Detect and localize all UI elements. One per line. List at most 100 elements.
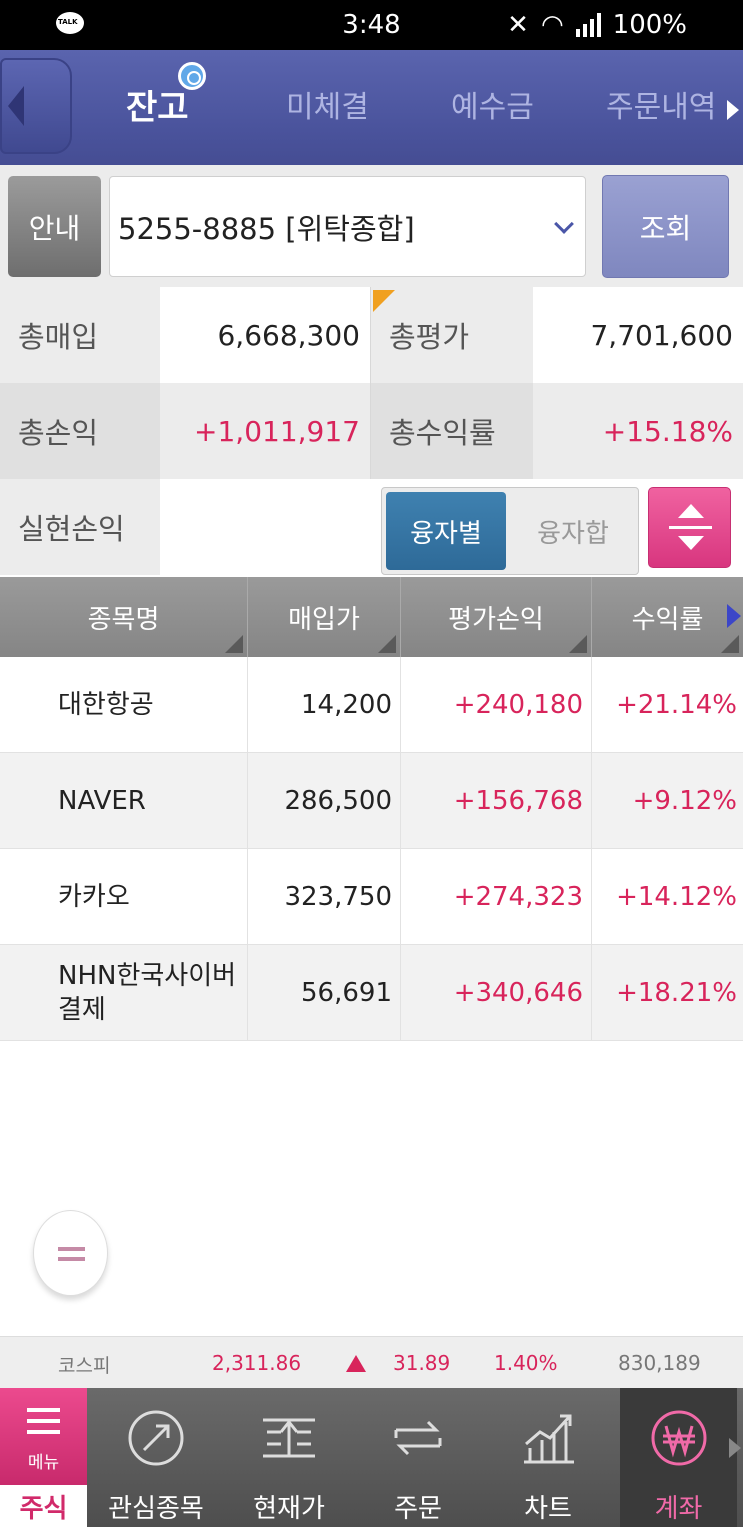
- stock-category-label[interactable]: 주식: [0, 1488, 87, 1525]
- nav-scroll-right-icon[interactable]: [729, 1438, 741, 1458]
- total-eval-value: 7,701,600: [590, 318, 733, 352]
- eval-pl: +240,180: [401, 657, 592, 753]
- total-eval-label: 총평가: [371, 287, 533, 383]
- index-percent: 1.40%: [494, 1351, 558, 1375]
- back-button[interactable]: [0, 58, 72, 154]
- up-triangle-icon: [346, 1355, 366, 1372]
- nav-label: 계좌: [654, 1494, 703, 1524]
- account-row: 안내 5255-8885 [위탁종합] 조회: [0, 165, 743, 287]
- tab-deposit[interactable]: 예수금: [451, 82, 534, 126]
- sort-icon: [378, 635, 396, 653]
- nav-label: 현재가: [253, 1494, 325, 1524]
- column-scroll-right-icon[interactable]: [727, 604, 741, 628]
- menu-line: [58, 1247, 85, 1251]
- summary-divider: [370, 287, 371, 479]
- nav-chart[interactable]: 차트: [494, 1388, 602, 1527]
- status-icons: ✕ ◠ 100%: [507, 10, 687, 40]
- index-name: 코스피: [58, 1355, 111, 1377]
- menu-block: 메뉴: [0, 1388, 87, 1485]
- status-bar: TALK 3:48 ✕ ◠ 100%: [0, 0, 743, 50]
- table-row[interactable]: 대한항공 14,200 +240,180 +21.14%: [0, 657, 743, 753]
- nav-label: 차트: [524, 1494, 572, 1524]
- purchase-price: 323,750: [248, 849, 401, 945]
- nav-watchlist[interactable]: 관심종목: [100, 1388, 212, 1527]
- info-corner-marker: [373, 290, 395, 312]
- guide-button[interactable]: 안내: [8, 176, 101, 277]
- total-pl-label: 총손익: [0, 383, 160, 479]
- stock-name: 대한항공: [0, 657, 248, 753]
- chart-icon: [524, 1414, 574, 1464]
- loan-sum-toggle[interactable]: 융자합: [510, 492, 636, 570]
- menu-label: 메뉴: [27, 1453, 60, 1473]
- tab-header: 잔고 미체결 예수금 주문내역: [0, 50, 743, 165]
- return-rate: +21.14%: [616, 690, 737, 720]
- total-purchase-value: 6,668,300: [217, 318, 360, 352]
- total-pl-value: +1,011,917: [160, 383, 370, 479]
- tab-unfilled[interactable]: 미체결: [286, 82, 369, 126]
- tab-balance[interactable]: 잔고: [126, 80, 189, 129]
- column-label: 매입가: [288, 604, 360, 635]
- account-select[interactable]: 5255-8885 [위탁종합]: [109, 176, 586, 277]
- purchase-price: 286,500: [248, 753, 401, 849]
- account-number: 5255-8885 [위탁종합]: [118, 211, 415, 246]
- by-loan-toggle[interactable]: 융자별: [386, 492, 506, 570]
- market-ticker[interactable]: 코스피 2,311.86 31.89 1.40% 830,189: [0, 1336, 743, 1388]
- total-return-value: +15.18%: [533, 383, 743, 479]
- holdings-table-header: 종목명 매입가 평가손익 수익률: [0, 577, 743, 657]
- loan-view-toggle: 융자별 융자합: [381, 487, 639, 575]
- return-rate: +14.12%: [616, 882, 737, 912]
- column-header-price[interactable]: 매입가: [248, 577, 401, 657]
- nav-current-price[interactable]: 현재가: [235, 1388, 343, 1527]
- arrow-down-icon: [678, 536, 704, 550]
- column-label: 평가손익: [448, 604, 544, 635]
- expand-collapse-button[interactable]: [648, 487, 731, 568]
- stock-name: 카카오: [0, 849, 248, 945]
- purchase-price: 14,200: [248, 657, 401, 753]
- index-change: 31.89: [393, 1351, 451, 1375]
- realized-pl-value: [160, 479, 370, 575]
- sort-icon: [225, 635, 243, 653]
- order-icon: [394, 1420, 442, 1456]
- menu-button[interactable]: 메뉴 주식: [0, 1388, 87, 1527]
- column-header-stock[interactable]: 종목명: [0, 577, 248, 657]
- total-purchase-label: 총매입: [0, 287, 160, 383]
- tab-order-history[interactable]: 주문내역: [606, 82, 716, 126]
- nav-account[interactable]: 계좌: [620, 1388, 737, 1527]
- eval-pl: +274,323: [401, 849, 592, 945]
- stock-name: NHN한국사이버결제: [0, 945, 248, 1041]
- hamburger-icon: [27, 1408, 60, 1441]
- return-rate: +9.12%: [632, 786, 737, 816]
- total-return-label: 총수익률: [371, 383, 533, 479]
- balance-summary: 총매입 6,668,300 총평가 7,701,600 총손익 +1,011,9…: [0, 287, 743, 577]
- purchase-price: 56,691: [248, 945, 401, 1041]
- sort-icon: [721, 635, 739, 653]
- table-row[interactable]: NHN한국사이버결제 56,691 +340,646 +18.21%: [0, 945, 743, 1041]
- table-row[interactable]: NAVER 286,500 +156,768 +9.12%: [0, 753, 743, 849]
- index-volume: 830,189: [618, 1351, 701, 1375]
- arrow-up-icon: [678, 504, 704, 518]
- chevron-down-icon: [554, 214, 574, 234]
- column-header-rate[interactable]: 수익률: [592, 577, 743, 657]
- column-label: 종목명: [87, 604, 160, 635]
- column-header-pl[interactable]: 평가손익: [401, 577, 592, 657]
- app-screen: TALK 3:48 ✕ ◠ 100% 잔고 미체결 예수금 주문내역 안내 52…: [0, 0, 743, 1527]
- tab-scroll-right-icon[interactable]: [727, 100, 739, 120]
- nav-label: 관심종목: [108, 1494, 204, 1524]
- divider-line: [669, 526, 712, 529]
- watchlist-icon: [128, 1410, 184, 1466]
- column-label: 수익률: [631, 604, 704, 635]
- refresh-badge-icon[interactable]: [178, 62, 206, 90]
- return-rate: +18.21%: [616, 978, 737, 1008]
- table-row[interactable]: 카카오 323,750 +274,323 +14.12%: [0, 849, 743, 945]
- wifi-icon: ◠: [540, 10, 564, 40]
- mute-icon: ✕: [507, 10, 529, 40]
- query-button[interactable]: 조회: [602, 175, 729, 278]
- realized-pl-label: 실현손익: [0, 479, 160, 575]
- won-account-icon: [651, 1410, 706, 1466]
- nav-order[interactable]: 주문: [364, 1388, 472, 1527]
- signal-icon: [575, 13, 601, 37]
- sort-icon: [569, 635, 587, 653]
- quick-menu-button[interactable]: [33, 1210, 108, 1296]
- menu-line: [58, 1257, 85, 1261]
- index-value: 2,311.86: [212, 1351, 302, 1375]
